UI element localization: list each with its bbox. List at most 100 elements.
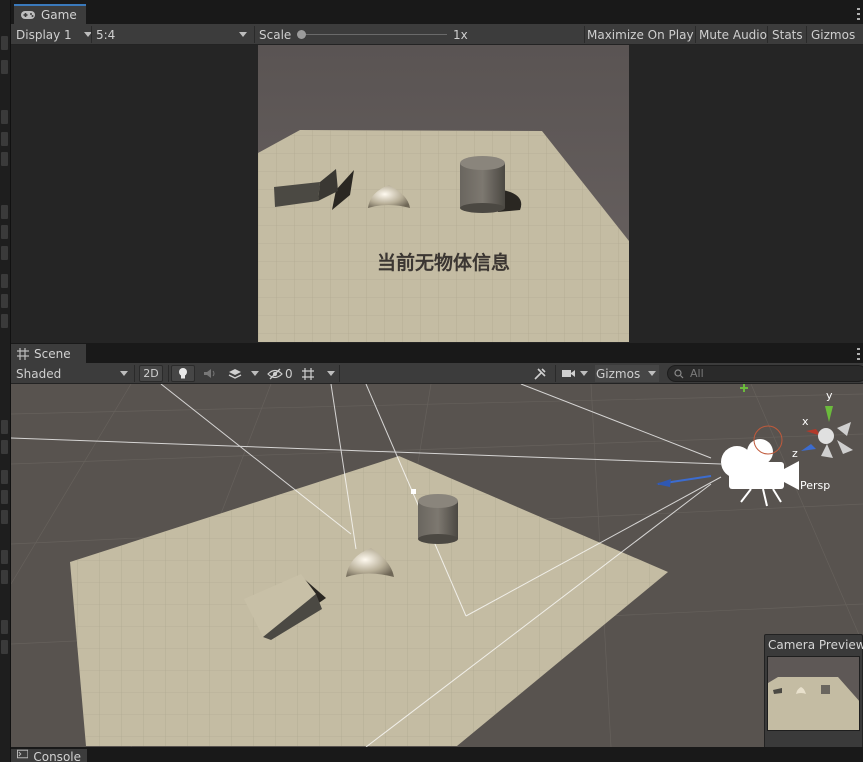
- scene-gizmos-label: Gizmos: [596, 366, 641, 381]
- wrench-icon: [534, 367, 546, 380]
- divider: [134, 365, 135, 382]
- camera-preview-image: [767, 656, 860, 731]
- tab-scene-label: Scene: [34, 346, 71, 361]
- tab-menu-icon[interactable]: [857, 348, 860, 360]
- game-render: 当前无物体信息: [258, 45, 629, 342]
- strip-handle[interactable]: [1, 225, 8, 239]
- shading-mode-label: Shaded: [16, 366, 62, 381]
- search-icon: [674, 368, 684, 378]
- divider: [254, 26, 255, 43]
- shading-mode-dropdown[interactable]: Shaded: [16, 363, 131, 384]
- gizmo-axis-z: z: [792, 447, 798, 460]
- divider: [168, 365, 169, 382]
- game-tab-bar: Game: [11, 0, 863, 24]
- chevron-down-icon: [648, 371, 656, 376]
- scene-gizmos-dropdown[interactable]: Gizmos: [595, 365, 659, 382]
- scene-render: y x z Persp: [11, 384, 863, 747]
- video-camera-icon: [562, 370, 575, 377]
- chevron-down-icon[interactable]: [327, 371, 335, 376]
- strip-handle[interactable]: [1, 314, 8, 328]
- scene-tab-bar: Scene: [11, 343, 863, 363]
- strip-handle[interactable]: [1, 640, 8, 654]
- strip-handle[interactable]: [1, 470, 8, 484]
- strip-handle[interactable]: [1, 205, 8, 219]
- tools-toggle[interactable]: [533, 363, 547, 384]
- stats-toggle[interactable]: Stats: [772, 24, 803, 45]
- scene-toolbar: Shaded 2D 0 Gizmos All: [11, 363, 863, 384]
- strip-handle[interactable]: [1, 570, 8, 584]
- tab-game-label: Game: [41, 8, 77, 22]
- lighting-toggle[interactable]: [171, 365, 195, 382]
- game-view[interactable]: 当前无物体信息: [11, 45, 863, 343]
- effects-toggle[interactable]: [223, 365, 247, 382]
- strip-handle[interactable]: [1, 294, 8, 308]
- camera-preview-panel: Camera Preview: [764, 634, 863, 762]
- strip-handle[interactable]: [1, 510, 8, 524]
- scale-value: 1x: [453, 27, 468, 42]
- gizmos-toggle[interactable]: Gizmos: [811, 24, 855, 45]
- hidden-count: 0: [285, 366, 293, 381]
- strip-handle[interactable]: [1, 274, 8, 288]
- projection-mode-label[interactable]: Persp: [800, 479, 830, 492]
- divider: [767, 26, 768, 43]
- tab-console[interactable]: Console: [11, 749, 87, 762]
- maximize-on-play-toggle[interactable]: Maximize On Play: [587, 24, 694, 45]
- display-dropdown[interactable]: Display 1: [16, 24, 92, 45]
- strip-handle[interactable]: [1, 132, 8, 146]
- layers-icon: [228, 368, 242, 379]
- mode-2d-toggle[interactable]: 2D: [139, 365, 163, 382]
- grid-snap-toggle[interactable]: [301, 363, 315, 384]
- left-panel-strip: [0, 0, 11, 762]
- game-toolbar: Display 1 5:4 Scale 1x Maximize On Play …: [11, 24, 863, 45]
- scene-view[interactable]: y x z Persp: [11, 384, 863, 747]
- strip-handle[interactable]: [1, 620, 8, 634]
- divider: [806, 26, 807, 43]
- aspect-label: 5:4: [96, 27, 116, 42]
- scene-search-input[interactable]: All: [667, 365, 863, 382]
- divider: [91, 26, 92, 43]
- scale-slider[interactable]: [297, 30, 447, 39]
- eye-slash-icon: [267, 368, 283, 379]
- grid-snap-icon: [302, 367, 314, 380]
- aspect-dropdown[interactable]: 5:4: [96, 24, 251, 45]
- divider: [695, 26, 696, 43]
- display-label: Display 1: [16, 27, 72, 42]
- speaker-icon: [203, 369, 214, 378]
- divider: [555, 365, 556, 382]
- object-info-label: 当前无物体信息: [376, 252, 510, 274]
- chevron-down-icon[interactable]: [251, 371, 259, 376]
- chevron-down-icon: [120, 371, 128, 376]
- camera-preview-render: [768, 657, 859, 730]
- tab-console-label: Console: [33, 750, 81, 762]
- strip-handle[interactable]: [1, 60, 8, 74]
- tab-menu-icon[interactable]: [857, 8, 860, 20]
- strip-handle[interactable]: [1, 36, 8, 50]
- tab-scene[interactable]: Scene: [11, 344, 86, 363]
- strip-handle[interactable]: [1, 246, 8, 260]
- strip-handle[interactable]: [1, 490, 8, 504]
- strip-handle[interactable]: [1, 152, 8, 166]
- strip-handle[interactable]: [1, 110, 8, 124]
- chevron-down-icon: [239, 32, 247, 37]
- scene-search-placeholder: All: [690, 367, 704, 380]
- bottom-tab-bar: Console: [11, 747, 863, 762]
- tab-game[interactable]: Game: [14, 4, 86, 24]
- hidden-objects-toggle[interactable]: 0: [267, 363, 293, 384]
- strip-handle[interactable]: [1, 420, 8, 434]
- camera-settings-dropdown[interactable]: [561, 363, 588, 384]
- scale-slider-thumb[interactable]: [297, 30, 306, 39]
- scale-label: Scale: [259, 27, 292, 42]
- chevron-down-icon: [580, 371, 588, 376]
- camera-preview-title: Camera Preview: [768, 638, 863, 652]
- gizmo-axis-y: y: [826, 389, 833, 402]
- console-icon: [17, 749, 29, 759]
- gizmo-axis-x: x: [802, 415, 809, 428]
- grid-icon: [17, 347, 29, 360]
- gamepad-icon: [21, 11, 35, 19]
- unity-editor: Game Display 1 5:4 Scale 1x Maximize On …: [0, 0, 863, 762]
- strip-handle[interactable]: [1, 550, 8, 564]
- audio-toggle[interactable]: [197, 365, 221, 382]
- mute-audio-toggle[interactable]: Mute Audio: [699, 24, 767, 45]
- game-scene-render: [258, 130, 629, 342]
- strip-handle[interactable]: [1, 440, 8, 454]
